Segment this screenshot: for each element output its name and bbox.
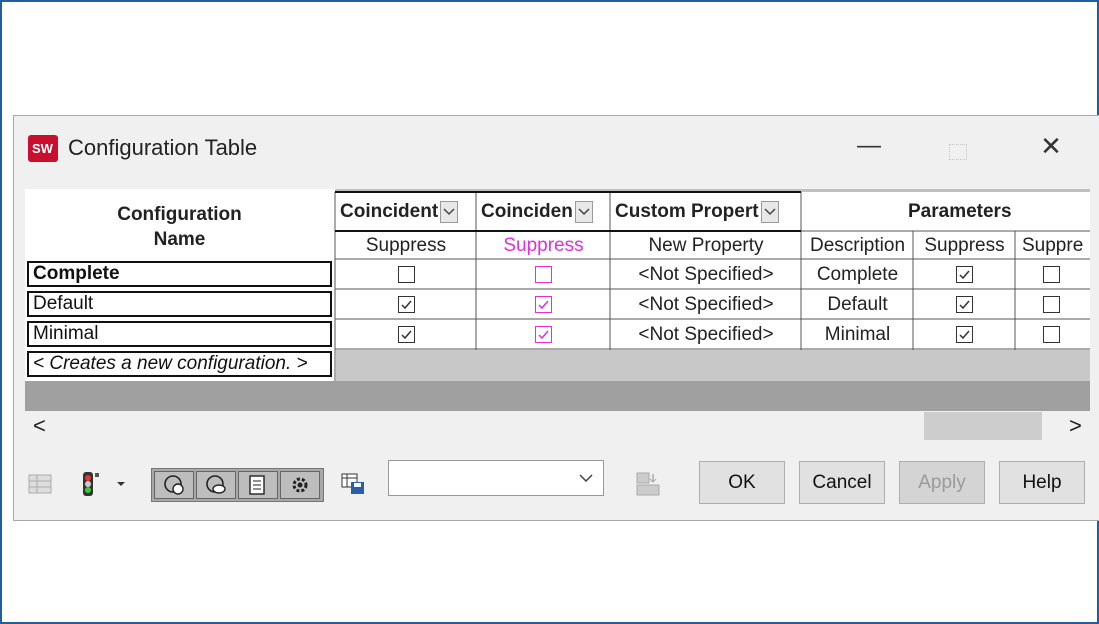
- checkbox[interactable]: [535, 296, 552, 313]
- column-dropdown-icon[interactable]: [760, 201, 779, 223]
- title-bar: SW Configuration Table — ✕: [14, 116, 1099, 180]
- traffic-light-icon[interactable]: [76, 470, 104, 498]
- apply-button[interactable]: Apply: [899, 461, 985, 504]
- checkbox[interactable]: [956, 296, 973, 313]
- checkbox-cell[interactable]: [914, 260, 1015, 289]
- maximize-button[interactable]: [949, 144, 967, 160]
- horizontal-scrollbar[interactable]: < >: [25, 411, 1090, 441]
- view-toggle-group: [151, 468, 324, 502]
- subheader-description: Description: [809, 234, 906, 256]
- checkbox[interactable]: [956, 326, 973, 343]
- configuration-name-header: Configuration Name: [117, 204, 242, 250]
- chevron-down-icon: [579, 474, 593, 482]
- dropdown-arrow-icon[interactable]: [113, 470, 129, 498]
- scrollbar-thumb[interactable]: [924, 412, 1042, 440]
- checkbox-cell[interactable]: [336, 290, 476, 319]
- description-cell[interactable]: Default: [802, 290, 913, 319]
- row-name-minimal[interactable]: Minimal: [27, 321, 332, 347]
- subheader-suppress-2: Suppress: [503, 234, 584, 256]
- checkbox-cell[interactable]: [477, 290, 610, 319]
- checkbox-cell[interactable]: [336, 320, 476, 349]
- column-header-parameters: Parameters: [908, 201, 1012, 222]
- help-button[interactable]: Help: [999, 461, 1085, 504]
- new-config-row-fill: [336, 350, 1090, 381]
- column-dropdown-icon[interactable]: [440, 201, 459, 223]
- checkbox[interactable]: [1043, 296, 1060, 313]
- new-configuration-row[interactable]: < Creates a new configuration. >: [27, 351, 332, 377]
- checkbox-cell[interactable]: [914, 290, 1015, 319]
- window-title: Configuration Table: [68, 135, 258, 160]
- grid-footer-bar: [25, 381, 1090, 411]
- show-hide-features-icon[interactable]: [154, 471, 194, 499]
- column-header-coincident-2[interactable]: Coinciden: [478, 194, 610, 230]
- scroll-right-arrow-icon[interactable]: >: [1069, 413, 1082, 439]
- checkbox-cell[interactable]: [1016, 290, 1090, 319]
- column-header-coincident-1[interactable]: Coincident: [337, 194, 475, 230]
- checkbox[interactable]: [535, 326, 552, 343]
- configuration-grid: Configuration Name Coincident Coinciden …: [25, 189, 1090, 411]
- checkbox[interactable]: [535, 266, 552, 283]
- row-name-default[interactable]: Default: [27, 291, 332, 317]
- subheader-suppress-1: Suppress: [365, 234, 447, 256]
- column-header-custom-property[interactable]: Custom Propert: [612, 194, 801, 230]
- property-cell[interactable]: <Not Specified>: [611, 290, 801, 319]
- cancel-button[interactable]: Cancel: [799, 461, 885, 504]
- checkbox[interactable]: [1043, 326, 1060, 343]
- solidworks-logo-icon: SW: [28, 135, 58, 162]
- subheader-suppress-4: Suppre: [1022, 234, 1084, 256]
- row-name-complete[interactable]: Complete: [27, 261, 332, 287]
- visibility-icon[interactable]: [196, 471, 236, 499]
- checkbox-cell[interactable]: [477, 260, 610, 289]
- scroll-left-arrow-icon[interactable]: <: [33, 413, 46, 439]
- configuration-table-dialog: SW Configuration Table — ✕ Configuration…: [13, 115, 1099, 521]
- checkbox-cell[interactable]: [477, 320, 610, 349]
- configuration-select[interactable]: [388, 460, 604, 496]
- checkbox-cell[interactable]: [1016, 320, 1090, 349]
- subheader-new-property: New Property: [648, 234, 764, 256]
- svg-text:SW: SW: [32, 141, 54, 156]
- description-cell[interactable]: Complete: [802, 260, 913, 289]
- checkbox[interactable]: [1043, 266, 1060, 283]
- property-cell[interactable]: <Not Specified>: [611, 320, 801, 349]
- table-columns-icon: [634, 470, 662, 498]
- checkbox-cell[interactable]: [1016, 260, 1090, 289]
- checkbox-cell[interactable]: [336, 260, 476, 289]
- ok-button[interactable]: OK: [699, 461, 785, 504]
- settings-gear-icon[interactable]: [280, 471, 320, 499]
- checkbox[interactable]: [956, 266, 973, 283]
- minimize-button[interactable]: —: [854, 126, 884, 166]
- checkbox[interactable]: [397, 266, 415, 283]
- checkbox[interactable]: [397, 326, 415, 343]
- table-grid-icon[interactable]: [26, 470, 54, 498]
- checkbox-cell[interactable]: [914, 320, 1015, 349]
- subheader-suppress-3: Suppress: [924, 234, 1005, 256]
- checkbox[interactable]: [397, 296, 415, 313]
- close-button[interactable]: ✕: [1036, 126, 1066, 166]
- description-cell[interactable]: Minimal: [802, 320, 913, 349]
- list-view-icon[interactable]: [238, 471, 278, 499]
- property-cell[interactable]: <Not Specified>: [611, 260, 801, 289]
- bottom-toolbar: OK Cancel Apply Help: [14, 456, 1099, 512]
- column-dropdown-icon[interactable]: [574, 201, 593, 223]
- save-table-icon[interactable]: [339, 470, 367, 498]
